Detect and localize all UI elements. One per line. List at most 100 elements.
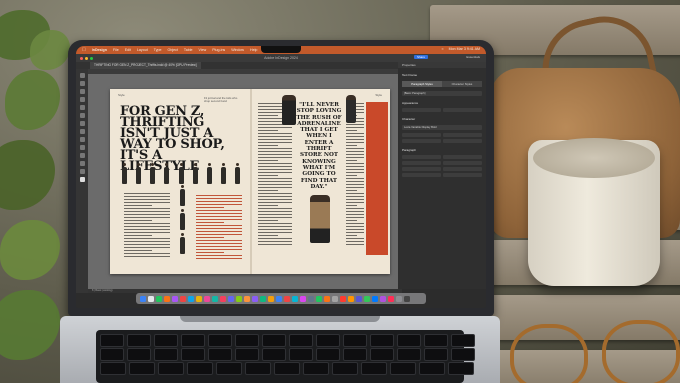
keyboard-key[interactable] — [397, 348, 421, 361]
keyboard-key[interactable] — [262, 348, 286, 361]
menu-item-table[interactable]: Table — [184, 48, 193, 52]
left-page[interactable]: Style Fit jotrnal and the kids who shop … — [110, 89, 250, 274]
paragraph-style-select[interactable]: [Basic Paragraph] — [402, 91, 482, 96]
menu-item-file[interactable]: File — [113, 48, 119, 52]
hyphenate-toggle[interactable] — [402, 173, 441, 177]
dock-app-icon[interactable] — [308, 295, 314, 302]
dock-app-icon[interactable] — [180, 295, 186, 302]
keyboard-key[interactable] — [127, 334, 151, 347]
right-page[interactable]: Style "I'LL NEVER STOP LOVING THE RUSH O… — [252, 89, 390, 274]
dock-app-icon[interactable] — [172, 295, 178, 302]
keyboard-key[interactable] — [370, 334, 394, 347]
keyboard-key[interactable] — [187, 362, 213, 375]
keyboard-key[interactable] — [390, 362, 416, 375]
caption-text-red[interactable] — [196, 195, 242, 259]
kerning-field[interactable] — [402, 139, 441, 143]
keyboard-key[interactable] — [316, 348, 340, 361]
keyboard-key[interactable] — [154, 348, 178, 361]
dock-app-icon[interactable] — [252, 295, 258, 302]
dock-app-icon[interactable] — [404, 295, 410, 302]
space-after-field[interactable] — [443, 161, 482, 165]
body-text-column[interactable] — [124, 193, 170, 257]
dock-app-icon[interactable] — [244, 295, 250, 302]
share-button[interactable]: Share — [413, 55, 428, 59]
tracking-field[interactable] — [443, 139, 482, 143]
fill-stroke-icon[interactable] — [79, 177, 85, 182]
keyboard-key[interactable] — [397, 334, 421, 347]
dock-app-icon[interactable] — [212, 295, 218, 302]
menu-app-name[interactable]: InDesign — [92, 48, 107, 52]
keyboard-key[interactable] — [208, 348, 232, 361]
properties-panel-title[interactable]: Properties — [398, 62, 486, 68]
tab-character-styles[interactable]: Character Styles — [442, 81, 482, 87]
dock-app-icon[interactable] — [332, 295, 338, 302]
keyboard-key[interactable] — [451, 334, 475, 347]
keyboard-key[interactable] — [127, 348, 151, 361]
leading-field[interactable] — [443, 133, 482, 137]
keyboard-key[interactable] — [181, 334, 205, 347]
pencil-tool-icon[interactable] — [79, 121, 85, 126]
dock-app-icon[interactable] — [372, 295, 378, 302]
dock-app-icon[interactable] — [364, 295, 370, 302]
keyboard-key[interactable] — [370, 348, 394, 361]
dock-app-icon[interactable] — [156, 295, 162, 302]
type-tool-icon[interactable] — [79, 97, 85, 102]
pull-quote[interactable]: "I'LL NEVER STOP LOVING THE RUSH OF ADRE… — [296, 102, 342, 190]
keyboard-key[interactable] — [424, 334, 448, 347]
keyboard-key[interactable] — [361, 362, 387, 375]
dock-app-icon[interactable] — [260, 295, 266, 302]
menu-item-plugins[interactable]: Plug-ins — [212, 48, 225, 52]
drop-cap-field[interactable] — [402, 167, 441, 171]
article-headline[interactable]: FOR GEN Z, THRIFTING ISN'T JUST A WAY TO… — [120, 105, 230, 173]
keyboard-key[interactable] — [100, 362, 126, 375]
menu-item-type[interactable]: Type — [154, 48, 162, 52]
keyboard[interactable] — [96, 330, 475, 383]
keyboard-key[interactable] — [245, 362, 271, 375]
dock-app-icon[interactable] — [316, 295, 322, 302]
dock-app-icon[interactable] — [268, 295, 274, 302]
byline[interactable]: Fit jotrnal and the kids who shop second… — [204, 96, 244, 104]
align-options[interactable] — [443, 173, 482, 177]
font-family-select[interactable]: Lexia Variable Display Bold — [402, 125, 482, 130]
keyboard-key[interactable] — [451, 348, 475, 361]
document-spread[interactable]: Style Fit jotrnal and the kids who shop … — [110, 89, 390, 274]
keyboard-key[interactable] — [235, 348, 259, 361]
menu-item-object[interactable]: Object — [168, 48, 178, 52]
keyboard-key[interactable] — [424, 348, 448, 361]
dock-app-icon[interactable] — [324, 295, 330, 302]
menubar-clock[interactable]: Mon Mar 3 9:41 AM — [449, 47, 480, 51]
menu-item-help[interactable]: Help — [250, 48, 257, 52]
keyboard-key[interactable] — [100, 348, 124, 361]
baseline-grid-field[interactable] — [443, 167, 482, 171]
scissors-tool-icon[interactable] — [79, 145, 85, 150]
dock-app-icon[interactable] — [340, 295, 346, 302]
direct-selection-tool-icon[interactable] — [79, 81, 85, 86]
keyboard-key[interactable] — [129, 362, 155, 375]
keyboard-key[interactable] — [208, 334, 232, 347]
dock-app-icon[interactable] — [220, 295, 226, 302]
keyboard-key[interactable] — [316, 334, 340, 347]
rectangle-tool-icon[interactable] — [79, 137, 85, 142]
menu-item-view[interactable]: View — [199, 48, 207, 52]
wifi-icon[interactable]: ≈ — [442, 47, 444, 51]
keyboard-key[interactable] — [235, 334, 259, 347]
page-tool-icon[interactable] — [79, 89, 85, 94]
keyboard-key[interactable] — [216, 362, 242, 375]
zoom-tool-icon[interactable] — [79, 169, 85, 174]
dock-app-icon[interactable] — [356, 295, 362, 302]
keyboard-key[interactable] — [343, 348, 367, 361]
apple-icon[interactable]:  — [82, 47, 86, 53]
dock-app-icon[interactable] — [140, 295, 146, 302]
dock-app-icon[interactable] — [188, 295, 194, 302]
menu-item-layout[interactable]: Layout — [137, 48, 148, 52]
keyboard-key[interactable] — [262, 334, 286, 347]
keyboard-key[interactable] — [154, 334, 178, 347]
tab-paragraph-styles[interactable]: Paragraph Styles — [402, 81, 442, 87]
keyboard-key[interactable] — [448, 362, 474, 375]
dock-app-icon[interactable] — [204, 295, 210, 302]
dock-app-icon[interactable] — [236, 295, 242, 302]
keyboard-key[interactable] — [419, 362, 445, 375]
dock-app-icon[interactable] — [292, 295, 298, 302]
space-before-field[interactable] — [402, 161, 441, 165]
keyboard-key[interactable] — [289, 348, 313, 361]
